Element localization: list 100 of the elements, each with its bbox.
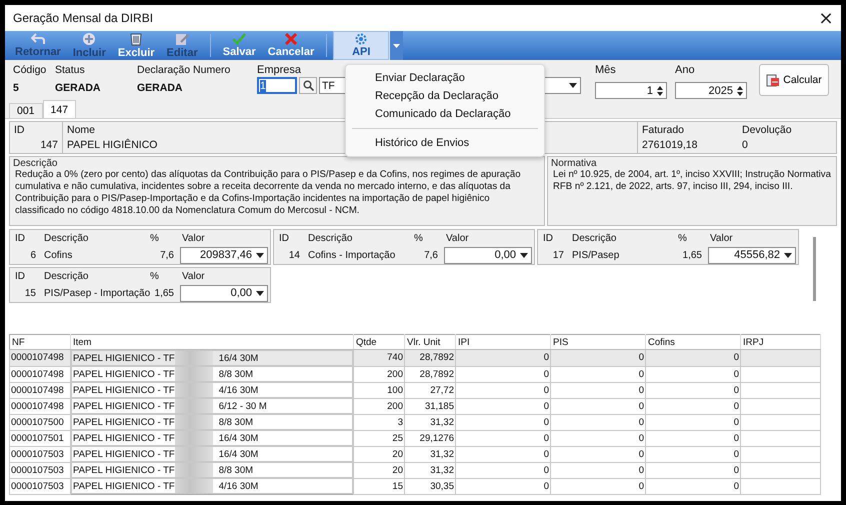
item-text: PAPEL HIGIENICO - TF: [73, 352, 175, 364]
column-label: Valor: [709, 232, 734, 244]
table-cell: 0: [456, 382, 550, 398]
column-label: Descrição: [571, 232, 618, 244]
field-label: Status: [55, 64, 86, 76]
table-cell: 0: [550, 382, 646, 398]
company-code-field[interactable]: 1: [257, 77, 297, 94]
year-spinner[interactable]: 2025: [675, 82, 747, 99]
value-dropdown[interactable]: 45556,82: [708, 246, 796, 264]
column-label: %: [150, 232, 160, 244]
value-dropdown[interactable]: 209837,46: [180, 246, 268, 264]
rate-value: 7,6: [159, 250, 175, 260]
plus-icon: [82, 32, 96, 46]
tax-name: Cofins: [43, 250, 74, 260]
caret-icon: [520, 252, 528, 258]
rate-value: 7,6: [423, 250, 439, 260]
caret-icon: [569, 83, 577, 88]
calculate-button[interactable]: Calcular: [759, 64, 829, 96]
table-cell: 0000107498: [10, 366, 70, 382]
table-cell: 31,185: [404, 398, 456, 414]
tax-name: PIS/Pasep: [571, 250, 620, 260]
tab[interactable]: 001: [9, 103, 43, 118]
billed-value: 2761019,18: [642, 139, 698, 151]
toolbar-button[interactable]: Excluir: [112, 31, 161, 60]
api-button[interactable]: API: [333, 31, 390, 60]
table-cell: 0: [646, 462, 740, 478]
table-cell: 0: [646, 382, 740, 398]
field-label: Devolução: [742, 124, 792, 136]
caret-icon: [784, 252, 792, 258]
table-cell: 0: [456, 350, 550, 366]
redacted-area: [174, 463, 213, 477]
id-value: 17: [552, 250, 564, 260]
month-spinner[interactable]: 1: [595, 82, 667, 99]
column-label: Descrição: [307, 232, 354, 244]
tab[interactable]: 147: [42, 100, 76, 118]
field-label: Nome: [67, 124, 96, 136]
search-button[interactable]: [299, 77, 317, 94]
table-cell: 0: [646, 446, 740, 462]
value-dropdown[interactable]: 0,00: [180, 284, 268, 302]
item-text: PAPEL HIGIENICO - TF: [73, 480, 175, 492]
table-cell: 0: [456, 366, 550, 382]
column-label: ID: [278, 232, 290, 244]
column-label: Valor: [181, 270, 206, 282]
item-text: 8/8 30M: [218, 368, 254, 380]
item-text: 16/4 30M: [218, 352, 258, 364]
id-value: 147: [40, 139, 58, 151]
calculator-icon: [766, 74, 780, 86]
menu-item[interactable]: Histórico de Envios: [346, 134, 544, 152]
item-text: PAPEL HIGIENICO - TF: [73, 448, 175, 460]
close-button[interactable]: ×: [811, 6, 841, 30]
table-cell: 3: [354, 414, 404, 430]
table-cell: 0: [456, 462, 550, 478]
table-cell: 0: [550, 398, 646, 414]
column-label: %: [414, 232, 424, 244]
declaration-value: GERADA: [137, 82, 184, 94]
redacted-area: [174, 447, 213, 461]
table-cell: 0000107501: [10, 430, 70, 446]
menu-item[interactable]: Recepção da Declaração: [346, 87, 544, 105]
column-label: Descrição: [43, 232, 90, 244]
gear-icon: [355, 33, 368, 45]
redacted-area: [174, 479, 213, 493]
value-dropdown[interactable]: 0,00: [444, 246, 532, 264]
menu-item[interactable]: Enviar Declaração: [346, 69, 544, 87]
tax-name: PIS/Pasep - Importação: [43, 288, 150, 298]
table-cell: 31,32: [404, 462, 456, 478]
table-cell: 0000107503: [10, 446, 70, 462]
toolbar-button[interactable]: Cancelar: [262, 31, 320, 60]
item-text: PAPEL HIGIENICO - TF: [73, 400, 175, 412]
field-label: Normativa: [551, 158, 598, 169]
regulation-text: Lei nº 10.925, de 2004, art. 1º, inciso XXVIII; Instrução Normativa RFB nº 2.121, de 2022, arts. 97, inciso III, 294, inciso III.: [552, 169, 832, 193]
id-value: 14: [288, 250, 300, 260]
spinner-arrows-icon: [657, 84, 663, 96]
table-cell: 0: [456, 478, 550, 494]
table-cell: 28,7892: [404, 350, 456, 366]
toolbar-button[interactable]: Salvar: [216, 31, 262, 60]
table-cell: 20: [354, 446, 404, 462]
field-label: Mês: [595, 64, 617, 76]
field-label: Código: [13, 64, 48, 76]
table-cell: 200: [354, 366, 404, 382]
table-cell: 0: [646, 350, 740, 366]
window-title: Geração Mensal da DIRBI: [13, 11, 154, 25]
table-cell: 100: [354, 382, 404, 398]
table-cell: 0: [550, 478, 646, 494]
column-label: Valor: [445, 232, 470, 244]
field-label: Descrição: [13, 158, 58, 169]
table-cell: 740: [354, 350, 404, 366]
menu-item[interactable]: Comunicado da Declaração: [346, 105, 544, 123]
checkmark-icon: [232, 33, 246, 45]
table-cell: 31,32: [404, 414, 456, 430]
table-cell: 28,7892: [404, 366, 456, 382]
trash-icon: [130, 32, 142, 46]
field-label: Declaração Numero: [137, 64, 232, 76]
redacted-area: [174, 367, 213, 381]
cross-icon: [285, 33, 297, 45]
scrollbar[interactable]: [813, 237, 816, 301]
return-value: 0: [742, 139, 748, 151]
table-cell: 0000107498: [10, 350, 70, 366]
dropdown-button[interactable]: [389, 31, 404, 60]
table-cell: 0: [550, 366, 646, 382]
rate-value: 1,65: [154, 288, 175, 298]
